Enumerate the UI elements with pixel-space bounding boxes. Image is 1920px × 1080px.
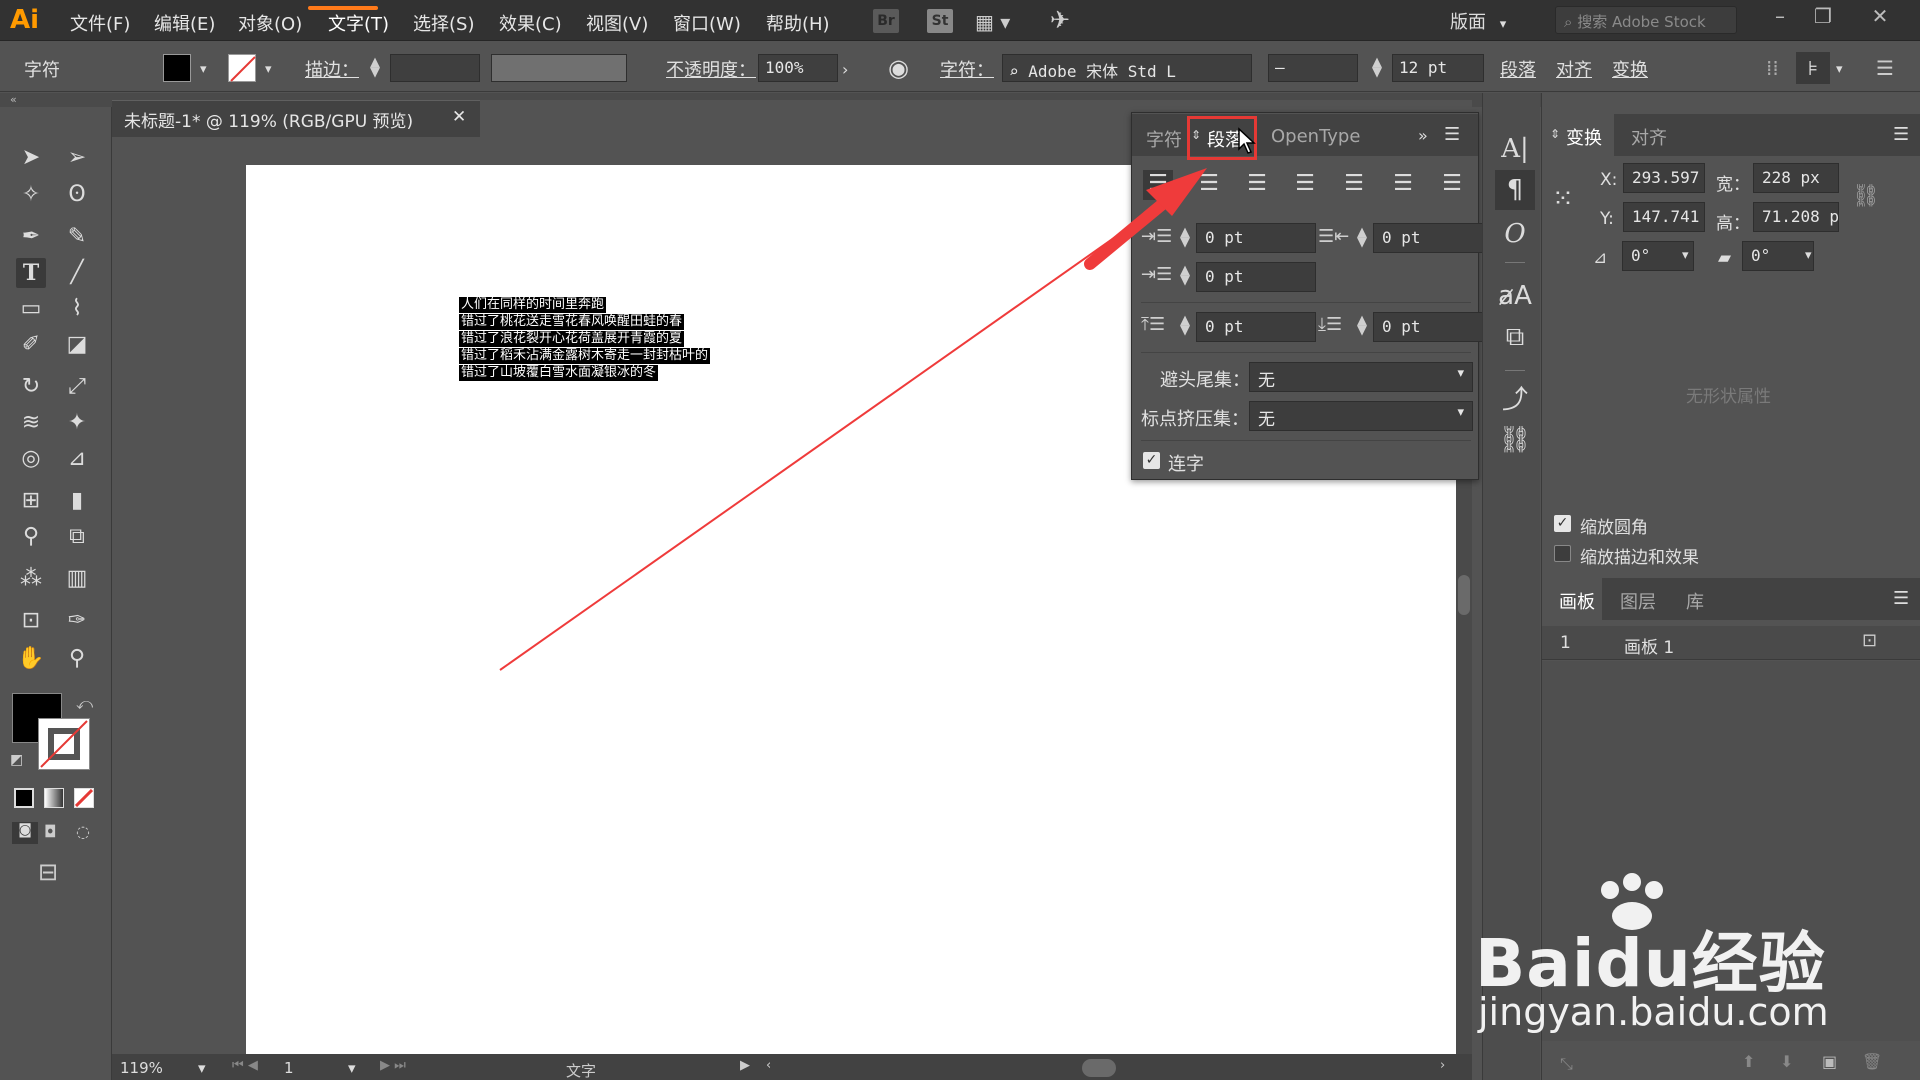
mouse-cursor-icon [1238,127,1256,154]
watermark-url: jingyan.baidu.com [1478,990,1829,1034]
